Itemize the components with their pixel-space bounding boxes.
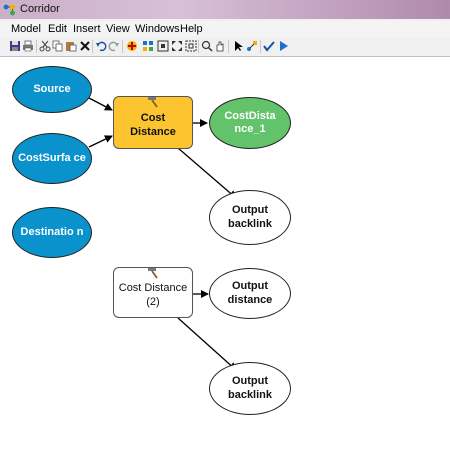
- toolbar-separator: [92, 40, 93, 53]
- toolbar-separator: [260, 40, 261, 53]
- destination-node[interactable]: Destinatio n: [12, 207, 92, 258]
- delete-icon[interactable]: [79, 40, 91, 52]
- toolbar-separator: [122, 40, 123, 53]
- cost-distance-2-tool-node[interactable]: Cost Distance (2): [113, 267, 193, 318]
- print-icon[interactable]: [22, 40, 34, 52]
- run-icon[interactable]: [277, 40, 289, 52]
- connector-costsurface-to-cost-distance: [88, 135, 113, 148]
- save-icon[interactable]: [9, 40, 21, 52]
- node-label: Output distance: [227, 280, 273, 306]
- costdistance-1-node[interactable]: CostDista nce_1: [209, 97, 291, 149]
- connector-cost-distance-to-output-backlink: [177, 147, 237, 199]
- title-bar: Corridor: [0, 0, 450, 19]
- toolbar: [0, 38, 450, 55]
- copy-icon[interactable]: [52, 40, 64, 52]
- toolbar-separator: [36, 40, 37, 53]
- model-icon: [3, 3, 16, 16]
- output-backlink-2-node[interactable]: Output backlink: [209, 362, 291, 415]
- toolbar-separator: [198, 40, 199, 53]
- node-label: CostDista nce_1: [224, 109, 276, 135]
- menu-insert[interactable]: Insert: [73, 23, 101, 35]
- node-label: Source: [33, 82, 71, 95]
- hammer-icon: [146, 96, 160, 108]
- redo-icon[interactable]: [108, 40, 120, 52]
- menu-bar: Model Edit Insert View Windows Help: [0, 21, 450, 37]
- source-node[interactable]: Source: [12, 66, 92, 113]
- paste-icon[interactable]: [65, 40, 77, 52]
- validate-icon[interactable]: [263, 40, 275, 52]
- connect-icon[interactable]: [246, 40, 258, 52]
- output-distance-node[interactable]: Output distance: [209, 268, 291, 319]
- fit-icon[interactable]: [171, 40, 183, 52]
- node-label: Cost Distance (2): [118, 282, 188, 308]
- menu-view[interactable]: View: [106, 23, 130, 35]
- full-extent-icon[interactable]: [157, 40, 169, 52]
- zoom-in-icon[interactable]: [201, 40, 213, 52]
- pan-icon[interactable]: [214, 40, 226, 52]
- model-canvas[interactable]: Source CostSurfa ce Destinatio n Cost Di…: [0, 56, 450, 462]
- connector-source-to-cost-distance: [88, 97, 113, 111]
- select-icon[interactable]: [233, 40, 245, 52]
- cut-icon[interactable]: [39, 40, 51, 52]
- node-label: Output backlink: [227, 375, 273, 401]
- node-label: Destinatio n: [20, 225, 84, 238]
- menu-model[interactable]: Model: [11, 23, 41, 35]
- toolbar-separator: [228, 40, 229, 53]
- menu-edit[interactable]: Edit: [48, 23, 67, 35]
- node-label: CostSurfa ce: [18, 151, 86, 164]
- connector-cost-distance-2-to-output-backlink: [177, 317, 237, 371]
- costsurface-node[interactable]: CostSurfa ce: [12, 133, 92, 184]
- undo-icon[interactable]: [95, 40, 107, 52]
- node-label: Output backlink: [227, 204, 273, 230]
- menu-windows[interactable]: Windows: [135, 23, 180, 35]
- window-title: Corridor: [20, 3, 60, 15]
- hammer-icon: [146, 267, 160, 279]
- cost-distance-tool-node[interactable]: Cost Distance: [113, 96, 193, 149]
- zoom-extent-icon[interactable]: [185, 40, 197, 52]
- output-backlink-node[interactable]: Output backlink: [209, 190, 291, 245]
- menu-help[interactable]: Help: [180, 23, 203, 35]
- add-data-icon[interactable]: [126, 40, 138, 52]
- auto-layout-icon[interactable]: [142, 40, 154, 52]
- node-label: Cost Distance: [130, 112, 176, 138]
